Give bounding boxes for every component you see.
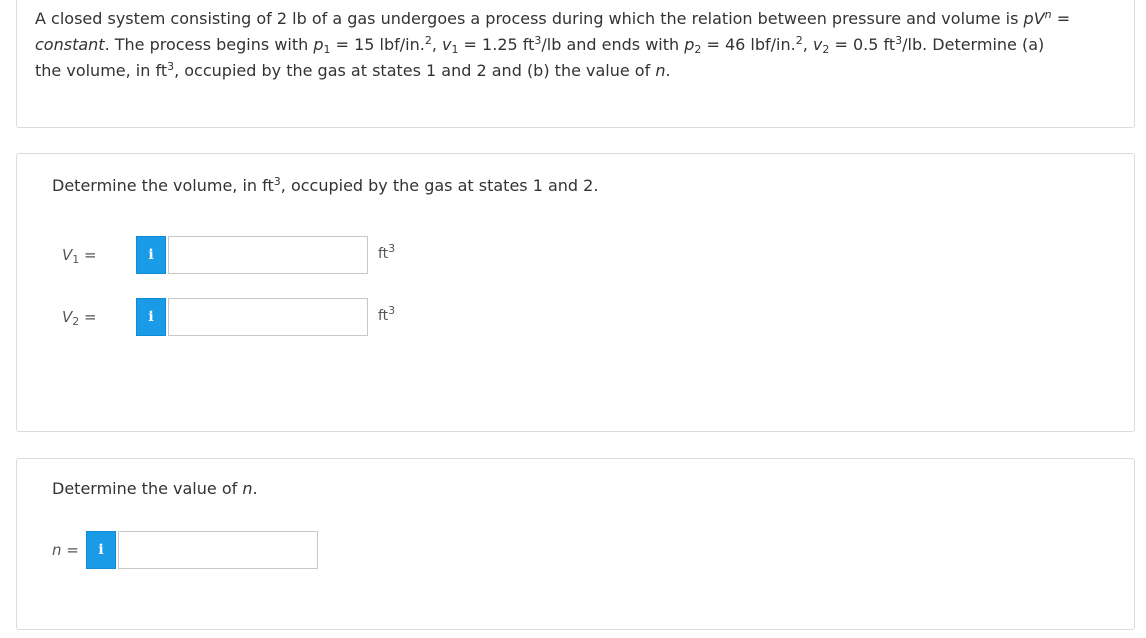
n-label: n = <box>52 541 79 559</box>
part-b-prompt: Determine the value of n. <box>52 479 258 498</box>
v1-label: V1 = <box>62 246 97 266</box>
n-answer-input[interactable] <box>118 531 318 569</box>
v1-answer-input[interactable] <box>168 236 368 274</box>
answer-row-n: n = i <box>52 531 322 571</box>
info-icon: i <box>148 309 154 325</box>
v2-answer-input[interactable] <box>168 298 368 336</box>
part-a-prompt: Determine the volume, in ft3, occupied b… <box>52 175 599 195</box>
info-button-n[interactable]: i <box>86 531 116 569</box>
info-button-v1[interactable]: i <box>136 236 166 274</box>
answer-row-v2: V2 = i ft3 <box>62 298 422 338</box>
v2-unit: ft3 <box>378 304 396 324</box>
answer-row-v1: V1 = i ft3 <box>62 236 422 276</box>
problem-statement-card: A closed system consisting of 2 lb of a … <box>16 0 1135 128</box>
part-a-card: Determine the volume, in ft3, occupied b… <box>16 153 1135 432</box>
info-icon: i <box>148 247 154 263</box>
v2-label: V2 = <box>62 308 97 328</box>
v1-unit: ft3 <box>378 242 396 262</box>
part-b-card: Determine the value of n. n = i <box>16 458 1135 630</box>
info-button-v2[interactable]: i <box>136 298 166 336</box>
problem-statement: A closed system consisting of 2 lb of a … <box>35 8 1071 80</box>
info-icon: i <box>98 542 104 558</box>
